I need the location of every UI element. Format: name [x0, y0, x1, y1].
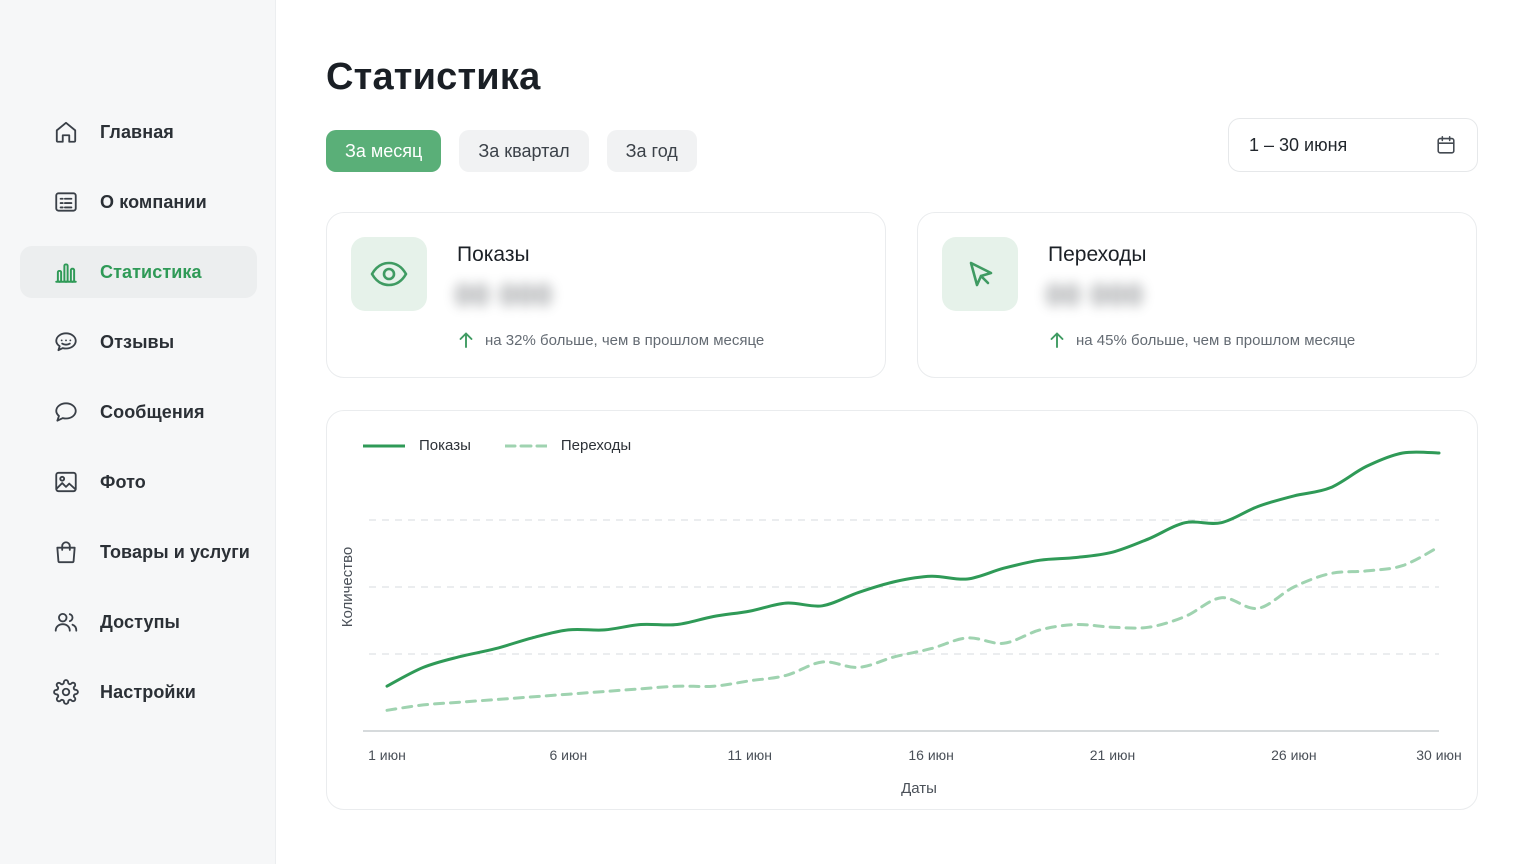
- sidebar-item-messages[interactable]: Сообщения: [20, 386, 257, 438]
- sidebar-item-company[interactable]: О компании: [20, 176, 257, 228]
- sidebar-item-settings[interactable]: Настройки: [20, 666, 257, 718]
- stat-value-blurred: 00 000: [1046, 279, 1144, 312]
- sidebar: Главная О компании Статистика Отзывы Соо…: [0, 0, 276, 864]
- sidebar-item-label: Отзывы: [100, 331, 175, 352]
- date-range-value: 1 – 30 июня: [1249, 134, 1348, 155]
- x-axis-title: Даты: [901, 780, 937, 797]
- stat-card-clicks: Переходы 00 000 на 45% больше, чем в про…: [917, 212, 1477, 378]
- period-tabs: За месяц За квартал За год: [326, 130, 697, 172]
- x-tick-label: 6 июн: [550, 747, 588, 763]
- series-line-views: [385, 450, 1441, 688]
- x-tick-label: 26 июн: [1271, 747, 1317, 763]
- series-line-clicks: [385, 545, 1441, 712]
- users-icon: [52, 608, 80, 636]
- legend-label: Показы: [419, 437, 471, 454]
- main-content: Статистика За месяц За квартал За год 1 …: [276, 0, 1536, 864]
- sidebar-item-products[interactable]: Товары и услуги: [20, 526, 257, 578]
- stat-card-views: Показы 00 000 на 32% больше, чем в прошл…: [326, 212, 886, 378]
- cursor-icon: [942, 237, 1018, 311]
- sidebar-item-reviews[interactable]: Отзывы: [20, 316, 257, 368]
- sidebar-item-statistics[interactable]: Статистика: [20, 246, 257, 298]
- legend-solid-line: [363, 444, 405, 447]
- legend-item-clicks[interactable]: Переходы: [504, 437, 632, 454]
- shopping-bag-icon: [52, 538, 80, 566]
- eye-icon: [351, 237, 427, 311]
- sidebar-item-label: Настройки: [100, 681, 196, 702]
- stat-title: Переходы: [1048, 243, 1147, 266]
- document-list-icon: [52, 188, 80, 216]
- x-tick-label: 11 июн: [728, 747, 772, 763]
- bar-chart-icon: [52, 258, 80, 286]
- legend-dashed-line: [504, 444, 547, 447]
- sidebar-item-home[interactable]: Главная: [20, 106, 257, 158]
- stat-delta-text: на 45% больше, чем в прошлом месяце: [1076, 331, 1356, 349]
- sidebar-item-label: Статистика: [100, 261, 202, 282]
- x-tick-label: 16 июн: [908, 747, 954, 763]
- stat-delta-text: на 32% больше, чем в прошлом месяце: [485, 331, 765, 349]
- sidebar-item-photo[interactable]: Фото: [20, 456, 257, 508]
- sidebar-item-label: Фото: [100, 471, 146, 492]
- app-root: Главная О компании Статистика Отзывы Соо…: [0, 0, 1536, 864]
- chart-legend: Показы Переходы: [363, 437, 631, 454]
- arrow-up-icon: [1048, 331, 1066, 349]
- gear-icon: [52, 678, 80, 706]
- x-tick-label: 21 июн: [1090, 747, 1136, 763]
- x-tick-label: 30 июн: [1416, 747, 1462, 763]
- calendar-icon: [1435, 134, 1457, 156]
- tab-month[interactable]: За месяц: [326, 130, 442, 172]
- stat-delta: на 32% больше, чем в прошлом месяце: [457, 331, 764, 349]
- date-range-picker[interactable]: 1 – 30 июня: [1228, 118, 1478, 172]
- y-axis-title: Количество: [339, 547, 356, 628]
- sidebar-item-label: О компании: [100, 191, 207, 212]
- sidebar-item-label: Товары и услуги: [100, 541, 250, 562]
- home-icon: [52, 118, 80, 146]
- sidebar-item-access[interactable]: Доступы: [20, 596, 257, 648]
- page-title: Статистика: [326, 56, 541, 98]
- message-bubble-icon: [52, 398, 80, 426]
- tab-quarter[interactable]: За квартал: [459, 130, 589, 172]
- legend-label: Переходы: [560, 437, 632, 454]
- sidebar-item-label: Главная: [100, 121, 174, 142]
- x-tick-label: 1 июн: [368, 747, 406, 763]
- sidebar-item-label: Сообщения: [100, 401, 205, 422]
- legend-item-views[interactable]: Показы: [363, 437, 471, 454]
- stat-title: Показы: [457, 243, 530, 266]
- image-icon: [52, 468, 80, 496]
- sidebar-item-label: Доступы: [100, 611, 181, 632]
- stat-delta: на 45% больше, чем в прошлом месяце: [1048, 331, 1355, 349]
- review-chat-icon: [52, 328, 80, 356]
- tab-year[interactable]: За год: [606, 130, 697, 172]
- line-chart-card: 1 июн 6 июн 11 июн 16 июн 21 июн 26 июн 30 июн…: [326, 410, 1478, 810]
- stat-value-blurred: 00 000: [455, 279, 553, 312]
- line-chart: 1 июн 6 июн 11 июн 16 июн 21 июн 26 июн 30 июн…: [339, 450, 1462, 797]
- arrow-up-icon: [457, 331, 475, 349]
